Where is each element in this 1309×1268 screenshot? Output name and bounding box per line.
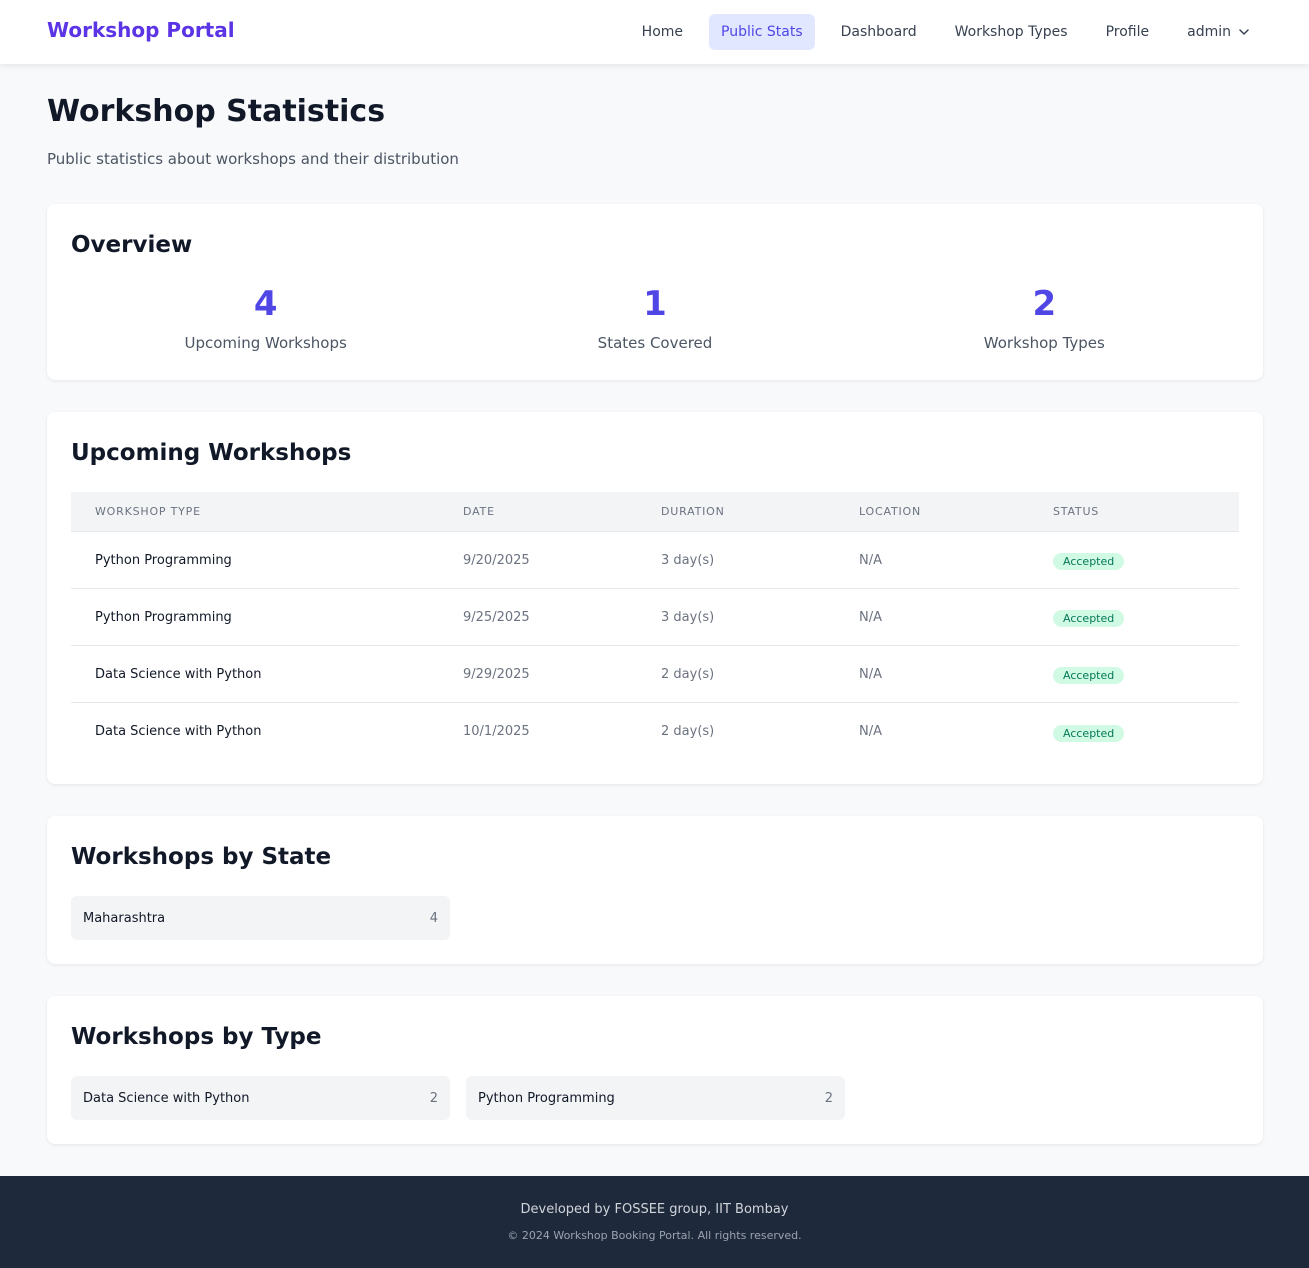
overview-card: Overview 4 Upcoming Workshops 1 States C… (47, 204, 1263, 380)
cell-location: N/A (859, 666, 882, 682)
top-navbar: Workshop Portal Home Public Stats Dashbo… (0, 0, 1309, 64)
main-nav: Home Public Stats Dashboard Workshop Typ… (630, 14, 1263, 50)
nav-home[interactable]: Home (630, 14, 695, 50)
cell-workshop-type: Data Science with Python (95, 666, 262, 682)
cell-duration: 2 day(s) (661, 666, 715, 682)
stat-upcoming-workshops: 4 Upcoming Workshops (71, 282, 460, 352)
state-item: Maharashtra 4 (71, 896, 450, 940)
type-list: Data Science with Python 2 Python Progra… (71, 1076, 845, 1120)
page-subtitle: Public statistics about workshops and th… (47, 150, 459, 168)
type-item: Python Programming 2 (466, 1076, 845, 1120)
overview-title: Overview (71, 232, 193, 258)
state-name: Maharashtra (83, 910, 166, 926)
by-state-title: Workshops by State (71, 844, 332, 870)
cell-status: Accepted (1053, 607, 1239, 627)
status-badge: Accepted (1053, 724, 1125, 742)
workshops-by-type-card: Workshops by Type Data Science with Pyth… (47, 996, 1263, 1144)
column-header-workshop-type: Workshop Type (95, 505, 201, 518)
stat-value: 1 (643, 284, 667, 324)
cell-workshop-type: Python Programming (95, 552, 232, 568)
table-header: Workshop Type Date Duration Location Sta… (71, 492, 1239, 532)
cell-duration: 3 day(s) (661, 552, 715, 568)
cell-location: N/A (859, 552, 882, 568)
status-badge: Accepted (1053, 610, 1125, 627)
user-menu[interactable]: admin (1175, 14, 1263, 50)
upcoming-table: Workshop Type Date Duration Location Sta… (71, 492, 1239, 760)
nav-public-stats[interactable]: Public Stats (709, 14, 815, 50)
cell-duration: 3 day(s) (661, 609, 715, 625)
overview-stats: 4 Upcoming Workshops 1 States Covered 2 … (71, 282, 1239, 352)
footer-copyright: © 2024 Workshop Booking Portal. All righ… (507, 1229, 802, 1242)
stat-label: Workshop Types (983, 334, 1105, 352)
table-row: Python Programming 9/25/2025 3 day(s) N/… (71, 589, 1239, 646)
type-name: Data Science with Python (83, 1090, 250, 1106)
cell-workshop-type: Python Programming (95, 609, 232, 625)
stat-value: 4 (253, 284, 278, 324)
type-count: 2 (824, 1090, 833, 1106)
type-item: Data Science with Python 2 (71, 1076, 450, 1120)
table-row: Data Science with Python 10/1/2025 2 day… (71, 703, 1239, 760)
nav-dashboard[interactable]: Dashboard (829, 14, 929, 50)
state-count: 4 (429, 910, 438, 926)
page-footer: Developed by FOSSEE group, IIT Bombay © … (0, 1176, 1309, 1268)
cell-date: 9/29/2025 (463, 666, 530, 682)
footer-credit: Developed by FOSSEE group, IIT Bombay (520, 1202, 789, 1217)
cell-date: 10/1/2025 (463, 724, 530, 739)
state-list: Maharashtra 4 (71, 896, 450, 940)
stat-value: 2 (1032, 284, 1057, 324)
cell-status: Accepted (1053, 722, 1239, 742)
upcoming-workshops-card: Upcoming Workshops Workshop Type Date Du… (47, 412, 1263, 784)
column-header-status: Status (1053, 505, 1100, 518)
cell-duration: 2 day(s) (661, 724, 715, 739)
nav-profile[interactable]: Profile (1094, 14, 1162, 50)
cell-location: N/A (859, 609, 882, 625)
column-header-location: Location (859, 505, 921, 518)
nav-workshop-types[interactable]: Workshop Types (943, 14, 1080, 50)
stat-label: Upcoming Workshops (184, 334, 347, 352)
workshops-by-state-card: Workshops by State Maharashtra 4 (47, 816, 1263, 964)
type-name: Python Programming (478, 1090, 615, 1106)
stat-workshop-types: 2 Workshop Types (850, 282, 1239, 352)
cell-workshop-type: Data Science with Python (95, 724, 262, 739)
upcoming-title: Upcoming Workshops (71, 440, 352, 466)
cell-date: 9/25/2025 (463, 609, 530, 625)
stat-label: States Covered (597, 334, 713, 352)
status-badge: Accepted (1053, 553, 1125, 570)
cell-date: 9/20/2025 (463, 552, 530, 568)
table-row: Python Programming 9/20/2025 3 day(s) N/… (71, 532, 1239, 589)
user-menu-label: admin (1187, 24, 1231, 40)
cell-status: Accepted (1053, 550, 1239, 570)
table-row: Data Science with Python 9/29/2025 2 day… (71, 646, 1239, 703)
column-header-date: Date (463, 505, 495, 518)
column-header-duration: Duration (661, 505, 725, 518)
page-title: Workshop Statistics (47, 94, 386, 129)
type-count: 2 (429, 1090, 438, 1106)
chevron-down-icon (1239, 29, 1249, 35)
brand-logo[interactable]: Workshop Portal (47, 18, 235, 42)
by-type-title: Workshops by Type (71, 1024, 322, 1050)
cell-location: N/A (859, 724, 882, 739)
status-badge: Accepted (1053, 667, 1125, 684)
stat-states-covered: 1 States Covered (460, 282, 849, 352)
cell-status: Accepted (1053, 664, 1239, 684)
